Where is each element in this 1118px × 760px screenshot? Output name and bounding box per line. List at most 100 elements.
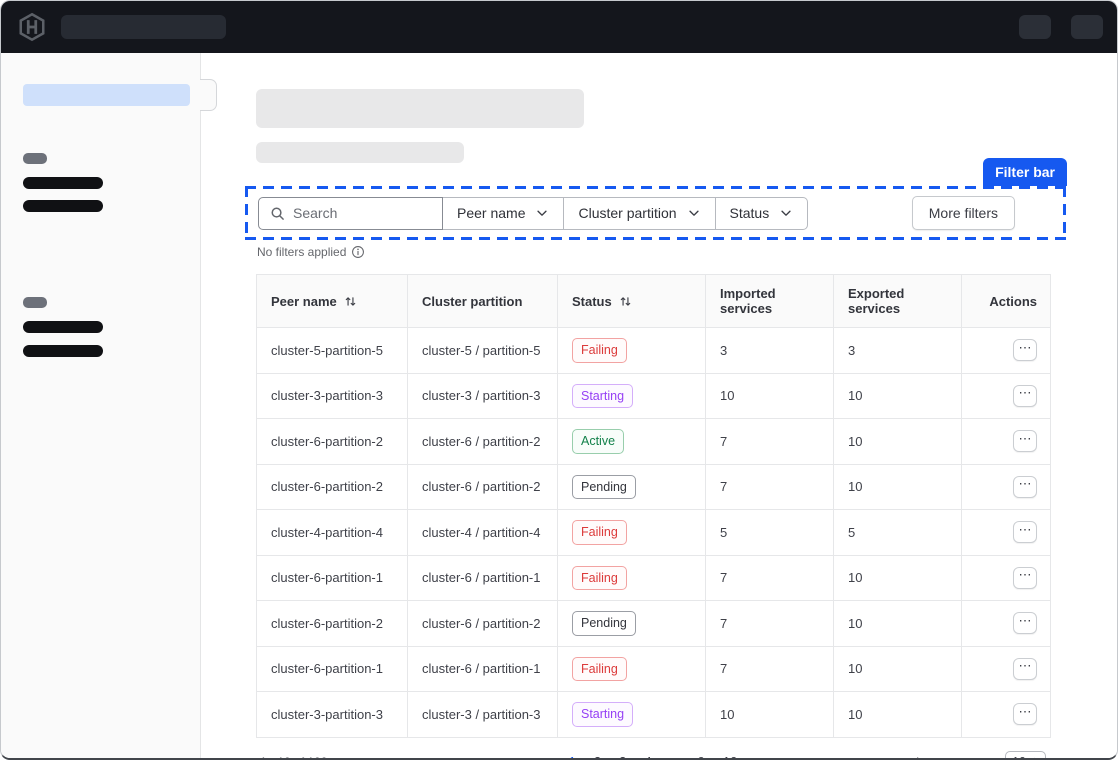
items-per-page-select[interactable]: 10 [1005,751,1046,760]
pagination-range: 1 - 10 of 100 [260,755,480,760]
sidebar-section-label-skeleton [23,297,47,308]
sidebar-active-item-skeleton [23,84,190,106]
cluster-partition-cell: cluster-6 / partition-2 [408,464,558,510]
pagination-page-9[interactable]: 9 [691,751,712,760]
status-cell: Active [558,419,706,465]
row-actions-button[interactable]: ⋯ [1013,385,1037,407]
filter-bar: Peer name Cluster partition Status More fi… [258,196,1053,230]
column-label: Status [572,294,612,309]
imported-services-cell: 7 [706,555,834,601]
table-header-row: Peer name Cluster partition Status Imported… [257,275,1051,328]
search-input[interactable] [293,205,431,221]
column-header-actions: Actions [962,275,1051,328]
row-actions-button[interactable]: ⋯ [1013,703,1037,725]
chevron-down-icon [687,206,701,220]
pagination-next-button[interactable]: › [748,753,765,760]
imported-services-cell: 5 [706,510,834,556]
peer-name-cell: cluster-5-partition-5 [257,328,408,374]
table-row: cluster-4-partition-4cluster-4 / partiti… [257,510,1051,556]
column-header-cluster-partition: Cluster partition [408,275,558,328]
top-navigation-bar [1,1,1117,53]
exported-services-cell: 3 [834,328,962,374]
table-row: cluster-6-partition-1cluster-6 / partiti… [257,646,1051,692]
ellipsis-icon: ⋯ [1019,658,1032,673]
dropdown-label: Cluster partition [578,205,676,221]
pagination-page-10[interactable]: 10 [716,751,744,760]
select-caret-icon [1030,757,1039,760]
actions-cell: ⋯ [962,646,1051,692]
imported-services-cell: 7 [706,464,834,510]
status-badge: Starting [572,384,633,409]
filter-bar-annotation: Filter bar Peer nameCluster partitionSta… [245,186,1066,240]
filter-dropdown-cluster-partition[interactable]: Cluster partition [564,197,715,230]
peer-name-cell: cluster-3-partition-3 [257,692,408,738]
table-row: cluster-3-partition-3cluster-3 / partiti… [257,373,1051,419]
column-label: Imported services [720,286,819,316]
sidebar [1,53,201,760]
column-header-peer-name[interactable]: Peer name [257,275,408,328]
cluster-partition-cell: cluster-4 / partition-4 [408,510,558,556]
exported-services-cell: 10 [834,419,962,465]
row-actions-button[interactable]: ⋯ [1013,521,1037,543]
pagination-prev-button[interactable]: ‹ [541,753,558,760]
pagination-page-1[interactable]: 1 [562,751,583,760]
peer-name-cell: cluster-6-partition-2 [257,601,408,647]
status-badge: Failing [572,566,627,591]
sidebar-collapse-handle[interactable] [200,79,217,111]
column-label: Exported services [848,286,947,316]
hashicorp-logo-icon[interactable] [15,10,49,44]
imported-services-cell: 10 [706,692,834,738]
column-label: Cluster partition [422,294,522,309]
items-per-page-value: 10 [1012,755,1026,760]
ellipsis-icon: ⋯ [1019,567,1032,582]
filter-dropdown-group: Peer name Cluster partition Status [443,197,808,230]
row-actions-button[interactable]: ⋯ [1013,339,1037,361]
ellipsis-icon: ⋯ [1019,476,1032,491]
app-window: Filter bar Peer name Cluster partition Sta… [0,0,1118,760]
more-filters-button[interactable]: More filters [912,196,1015,230]
actions-cell: ⋯ [962,601,1051,647]
table-row: cluster-6-partition-1cluster-6 / partiti… [257,555,1051,601]
items-per-page-label: Items per page [916,755,996,760]
pagination-bar: 1 - 10 of 100 ‹1234…910› Items per page … [256,751,1050,760]
cluster-partition-cell: cluster-5 / partition-5 [408,328,558,374]
row-actions-button[interactable]: ⋯ [1013,658,1037,680]
cluster-partition-cell: cluster-3 / partition-3 [408,373,558,419]
status-badge: Pending [572,475,636,500]
no-filters-text: No filters applied [257,245,346,259]
pagination-page-2[interactable]: 2 [587,751,608,760]
imported-services-cell: 7 [706,419,834,465]
status-badge: Pending [572,611,636,636]
exported-services-cell: 10 [834,646,962,692]
peer-name-cell: cluster-4-partition-4 [257,510,408,556]
exported-services-cell: 10 [834,555,962,601]
cluster-partition-cell: cluster-6 / partition-1 [408,646,558,692]
row-actions-button[interactable]: ⋯ [1013,612,1037,634]
peer-name-cell: cluster-6-partition-2 [257,419,408,465]
search-field[interactable] [258,197,443,230]
status-badge: Starting [572,702,633,727]
cluster-partition-cell: cluster-6 / partition-2 [408,419,558,465]
row-actions-button[interactable]: ⋯ [1013,430,1037,452]
status-badge: Failing [572,520,627,545]
filter-dropdown-status[interactable]: Status [716,197,809,230]
ellipsis-icon: ⋯ [1019,704,1032,719]
peers-table: Peer name Cluster partition Status Imported… [256,274,1051,738]
column-header-exported-services: Exported services [834,275,962,328]
pagination-page-4[interactable]: 4 [637,751,658,760]
annotation-label: Filter bar [983,158,1067,186]
row-actions-button[interactable]: ⋯ [1013,476,1037,498]
cluster-partition-cell: cluster-6 / partition-2 [408,601,558,647]
info-icon[interactable] [351,245,365,259]
table-body: cluster-5-partition-5cluster-5 / partiti… [257,328,1051,738]
row-actions-button[interactable]: ⋯ [1013,567,1037,589]
actions-cell: ⋯ [962,555,1051,601]
status-cell: Starting [558,373,706,419]
exported-services-cell: 10 [834,464,962,510]
exported-services-cell: 10 [834,373,962,419]
table-row: cluster-3-partition-3cluster-3 / partiti… [257,692,1051,738]
pagination-page-3[interactable]: 3 [612,751,633,760]
status-badge: Active [572,429,624,454]
filter-dropdown-peer-name[interactable]: Peer name [443,197,564,230]
column-header-status[interactable]: Status [558,275,706,328]
